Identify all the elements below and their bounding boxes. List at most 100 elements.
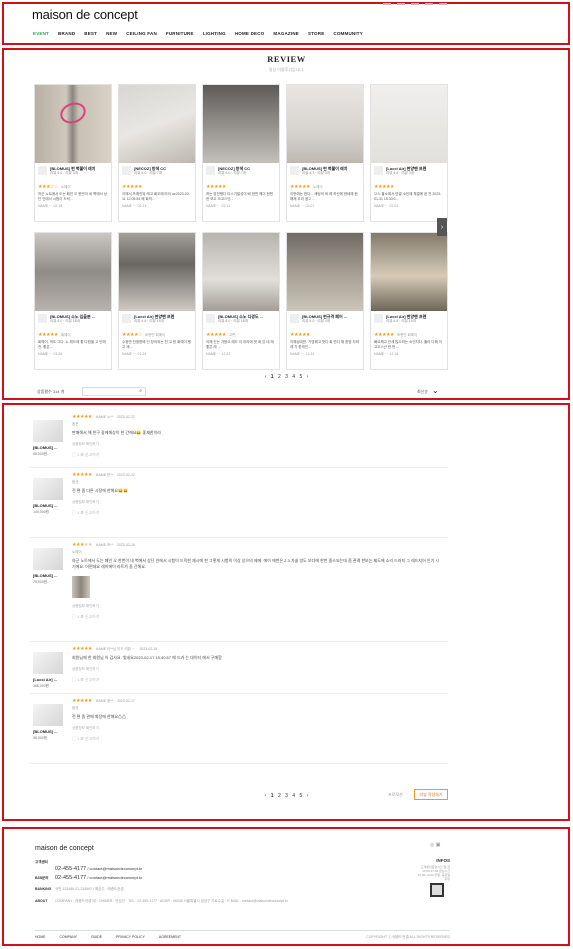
footer-link[interactable]: COMPANY	[60, 935, 77, 940]
b2b-email[interactable]: contact@maisondeconcept.kr	[90, 875, 143, 880]
product-image[interactable]	[33, 652, 63, 674]
page-link[interactable]: 4	[292, 793, 295, 799]
product-image[interactable]	[33, 548, 63, 570]
nav-item-best[interactable]: BEST	[84, 31, 97, 36]
review-photo[interactable]	[119, 85, 195, 163]
footer-link[interactable]: AGREEMENT	[159, 935, 181, 940]
review-photo[interactable]	[287, 85, 363, 163]
page-link[interactable]: ‹	[265, 374, 267, 380]
list-pagination[interactable]: ‹ 1 2 3 4 5 ›	[0, 793, 573, 799]
page-link[interactable]: 1	[271, 793, 274, 799]
review-card[interactable]: [Lucci Air] 펀양팬 프렌 리뷰 4.8 · 리뷰 15개 ★★★★☆ 조현…	[118, 232, 196, 370]
review-grid: [BLOMUS] 펀 벽붙이 레치 리뷰 5.0 · 리뷰 3개 ★★★☆☆ 노예이 하…	[34, 84, 448, 370]
review-actions[interactable]: ▢ 1 ⦾ 신고하기	[72, 510, 442, 516]
review-actions[interactable]: ▢ 1 ⦾ 신고하기	[72, 452, 442, 458]
product-name[interactable]: [BLOMUS] ...	[33, 573, 57, 578]
stars-filled: ★★★★★	[72, 646, 92, 652]
review-photo[interactable]	[371, 233, 447, 311]
star-rating: ★★★★★	[374, 184, 444, 190]
star-rating: ★★★★★ 조현민 회예이	[374, 332, 444, 338]
product-name[interactable]: [BLOMUS] ...	[33, 503, 57, 508]
chevron-down-icon[interactable]: ⌄	[432, 386, 439, 395]
page-link[interactable]: 4	[292, 374, 295, 380]
sort-label[interactable]: 최신순	[417, 389, 428, 395]
next-arrow-button[interactable]: ›	[437, 218, 447, 236]
review-content: ★★★★★ NAME 노** 2023-02-22 옵션 판매해서 해 친구 좋에해상이…	[72, 414, 442, 458]
product-image[interactable]	[33, 478, 63, 500]
review-photo[interactable]	[287, 233, 363, 311]
footer-link[interactable]: HOME	[35, 935, 46, 940]
page-link[interactable]: 5	[299, 793, 302, 799]
b2b-phone: 02-455-4177	[55, 875, 87, 881]
product-info-link[interactable]: 상품정보 확인하기	[72, 500, 442, 505]
nav-item-store[interactable]: STORE	[308, 31, 324, 36]
write-review-button[interactable]: 리뷰 작성하기	[414, 789, 448, 800]
instagram-icon[interactable]: ◎ ▣	[430, 842, 440, 848]
gallery-pagination[interactable]: ‹ 1 2 3 4 5 ›	[0, 374, 573, 380]
product-info-link[interactable]: 상품정보 확인하기	[72, 442, 442, 447]
review-card[interactable]: [NECOZ] 방색 CC 리뷰 5.0 · 리뷰 7개 ★★★★★ 이에서 프레인되…	[118, 84, 196, 222]
review-user: 회예이	[60, 333, 71, 337]
product-thumbnail	[122, 166, 131, 175]
nav-item-brand[interactable]: BRAND	[58, 31, 75, 36]
page-link[interactable]: 3	[285, 374, 288, 380]
top-utility-nav[interactable]	[383, 3, 447, 5]
nav-item-event[interactable]: EVENT	[33, 31, 49, 36]
review-row: [BLOMUS] ... 78,000원 ★★★★★ NAME 조** 2023-02-…	[30, 538, 448, 642]
nav-item-ceiling-fan[interactable]: CEILING FAN	[126, 31, 157, 36]
review-card[interactable]: [BLOMUS] 펀규격 페어 ... 리뷰 5.0 · 리뷰 4개 ★★★★★ 이해…	[286, 232, 364, 370]
inquiry-text: 고객센터운영시간 월-금 10:00-17:00 점심시간 12:00-13:0…	[417, 865, 450, 881]
review-photo[interactable]	[203, 85, 279, 163]
page-link[interactable]: ›	[307, 374, 309, 380]
nav-item-home-deco[interactable]: HOME DECO	[235, 31, 265, 36]
product-name[interactable]: [Lucci Air] ...	[33, 677, 57, 682]
product-thumbnail	[38, 314, 47, 323]
review-card[interactable]: [Lucci Air] 펀양팬 프렌 리뷰 4.8 · 리뷰 15개 ★★★★★ 조현…	[370, 232, 448, 370]
review-photo[interactable]	[371, 85, 447, 163]
review-card[interactable]: [NECOZ] 방색 CC 리뷰 5.0 · 리뷰 7개 ★★★★★ 하는 방전했다 …	[202, 84, 280, 222]
page-link[interactable]: ‹	[265, 793, 267, 799]
review-card[interactable]: [BLOMUS] 펀 벽붙이 레치 리뷰 5.0 · 리뷰 3개 ★★★☆☆ 노예이 하…	[34, 84, 112, 222]
nav-item-new[interactable]: NEW	[106, 31, 117, 36]
product-name[interactable]: [BLOMUS] ...	[33, 445, 57, 450]
review-actions[interactable]: ▢ 1 ⦾ 신고하기	[72, 677, 442, 683]
review-photo[interactable]	[203, 233, 279, 311]
review-actions[interactable]: ▢ 1 ⦾ 신고하기	[72, 736, 442, 742]
page-link[interactable]: 5	[299, 374, 302, 380]
product-thumbnail	[290, 314, 299, 323]
nav-item-magazine[interactable]: MAGAZINE	[273, 31, 299, 36]
review-card[interactable]: [Lucci Air] 펀양팬 프렌 리뷰 4.8 · 리뷰 3개 ★★★★★ 으스 …	[370, 84, 448, 222]
page-link[interactable]: 1	[271, 374, 274, 380]
search-icon[interactable]: ⌕	[139, 388, 142, 394]
product-name[interactable]: [BLOMUS] ...	[33, 729, 57, 734]
review-actions[interactable]: ▢ 1 ⦾ 신고하기	[72, 614, 442, 620]
product-info-link[interactable]: 상품정보 확인하기	[72, 726, 442, 731]
review-card[interactable]: [BLOMUS] 펀 벽붙이 레치 리뷰 4.7 · 리뷰 3개 ★★★★★ 노예이 이…	[286, 84, 364, 222]
product-info-link[interactable]: 상품정보 확인하기	[72, 604, 442, 609]
review-card[interactable]: [BLOMUS] 소노 입을분 ... 리뷰 5.0 · 리뷰 18개 ★★★★★ 회…	[34, 232, 112, 370]
review-photo[interactable]	[35, 233, 111, 311]
site-logo[interactable]: maison de concept	[32, 7, 138, 22]
stars-value: ★★★★★	[206, 332, 226, 338]
review-card[interactable]: [BLOMUS] 소노 디경도 ... 리뷰 5.0 · 리뷰 18개 ★★★★★ 고…	[202, 232, 280, 370]
product-rating: 리뷰 4.7 · 리뷰 3개	[302, 171, 330, 175]
page-link[interactable]: 3	[285, 793, 288, 799]
review-photo[interactable]	[119, 233, 195, 311]
star-rating: ★★★★★ 회예이	[38, 332, 108, 338]
review-search-input[interactable]: ⌕	[82, 387, 146, 396]
page-link[interactable]: ›	[307, 793, 309, 799]
product-info-link[interactable]: 상품정보 확인하기	[72, 667, 442, 672]
page-link[interactable]: 2	[278, 793, 281, 799]
product-image[interactable]	[33, 420, 63, 442]
star-rating: ★★★★★ NAME 이**님 이드 리뷰 ··· 2023-02-18	[72, 646, 442, 652]
review-photo[interactable]	[72, 576, 90, 598]
product-image[interactable]	[33, 704, 63, 726]
nav-item-lighting[interactable]: LIGHTING	[203, 31, 226, 36]
footer-link[interactable]: PRIVACY POLICY	[116, 935, 145, 940]
nav-item-community[interactable]: COMMUNITY	[333, 31, 363, 36]
cs-email[interactable]: contact@maisondeconcept.kr	[90, 866, 143, 871]
nav-item-furniture[interactable]: FURNITURE	[166, 31, 194, 36]
footer-link[interactable]: GUIDE	[91, 935, 102, 940]
review-photo[interactable]	[35, 85, 111, 163]
page-link[interactable]: 2	[278, 374, 281, 380]
